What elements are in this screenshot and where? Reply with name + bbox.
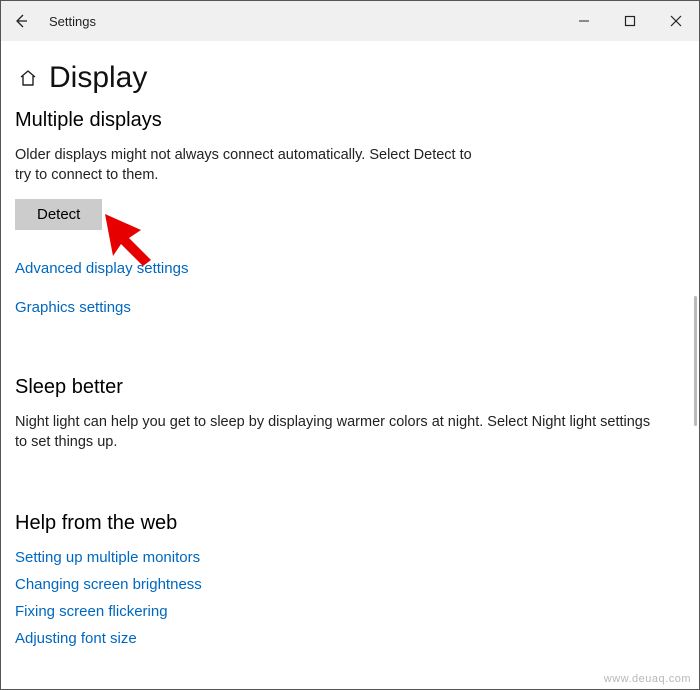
- watermark: www.deuaq.com: [604, 673, 691, 685]
- minimize-icon: [578, 15, 590, 27]
- window-title: Settings: [49, 14, 96, 29]
- close-button[interactable]: [653, 1, 699, 41]
- advanced-display-settings-link[interactable]: Advanced display settings: [15, 260, 188, 277]
- back-button[interactable]: [1, 1, 41, 41]
- home-icon: [18, 68, 38, 88]
- detect-button[interactable]: Detect: [15, 199, 102, 230]
- sleep-better-description: Night light can help you get to sleep by…: [15, 413, 655, 452]
- help-link-multiple-monitors[interactable]: Setting up multiple monitors: [15, 549, 200, 566]
- scrollbar[interactable]: [694, 296, 697, 426]
- help-link-screen-flickering[interactable]: Fixing screen flickering: [15, 603, 168, 620]
- window-controls: [561, 1, 699, 41]
- help-link-font-size[interactable]: Adjusting font size: [15, 630, 137, 647]
- home-button[interactable]: [15, 65, 41, 91]
- content-area: Multiple displays Older displays might n…: [1, 109, 699, 647]
- close-icon: [670, 15, 682, 27]
- help-link-screen-brightness[interactable]: Changing screen brightness: [15, 576, 202, 593]
- back-arrow-icon: [13, 13, 29, 29]
- maximize-button[interactable]: [607, 1, 653, 41]
- multiple-displays-description: Older displays might not always connect …: [15, 146, 475, 185]
- page-header: Display: [1, 41, 699, 109]
- sleep-better-heading: Sleep better: [15, 376, 685, 399]
- help-from-web-heading: Help from the web: [15, 512, 685, 535]
- help-links-list: Setting up multiple monitors Changing sc…: [15, 549, 685, 647]
- page-title: Display: [49, 61, 147, 95]
- maximize-icon: [624, 15, 636, 27]
- multiple-displays-heading: Multiple displays: [15, 109, 685, 132]
- minimize-button[interactable]: [561, 1, 607, 41]
- titlebar: Settings: [1, 1, 699, 41]
- graphics-settings-link[interactable]: Graphics settings: [15, 299, 131, 316]
